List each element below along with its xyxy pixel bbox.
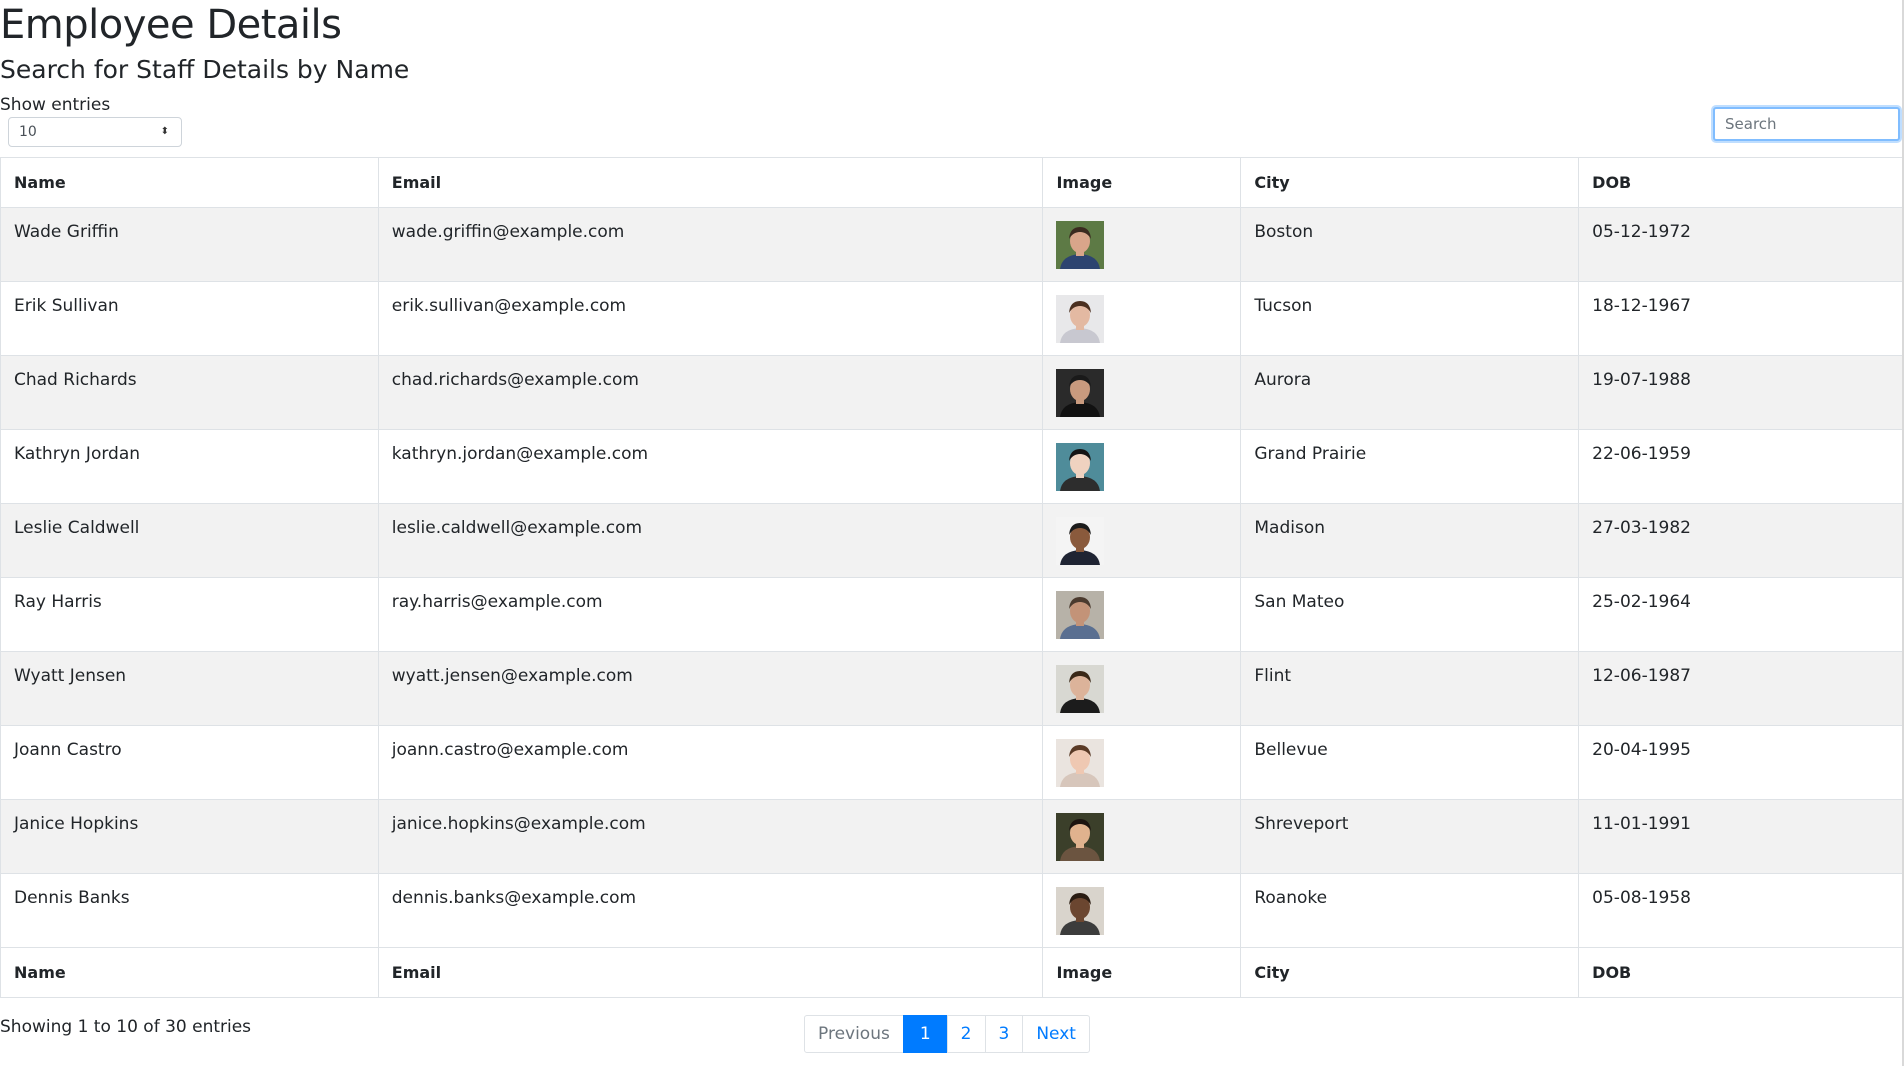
cell-name: Janice Hopkins — [0, 799, 379, 874]
cell-image — [1042, 503, 1242, 578]
employee-photo — [1056, 221, 1105, 269]
cell-dob: 27-03-1982 — [1578, 503, 1904, 578]
previous-page-button[interactable]: Previous — [804, 1015, 904, 1053]
table-row: Ray Harris ray.harris@example.com San Mate… — [0, 577, 1904, 652]
cell-name: Leslie Caldwell — [0, 503, 379, 578]
page-1-button[interactable]: 1 — [902, 1015, 948, 1053]
cell-image — [1042, 429, 1242, 504]
column-header-dob[interactable]: DOB — [1578, 157, 1904, 208]
footer-column-city: City — [1240, 947, 1580, 998]
cell-image — [1042, 799, 1242, 874]
cell-dob: 18-12-1967 — [1578, 281, 1904, 356]
page-title: Employee Details — [0, 2, 342, 48]
cell-email: wyatt.jensen@example.com — [377, 651, 1044, 726]
employee-photo — [1056, 295, 1105, 343]
cell-email: janice.hopkins@example.com — [377, 799, 1044, 874]
cell-email: leslie.caldwell@example.com — [377, 503, 1044, 578]
employee-photo — [1056, 813, 1105, 861]
show-entries-label: Show entries — [0, 95, 111, 115]
search-input[interactable] — [1713, 107, 1900, 141]
table-row: Wade Griffin wade.griffin@example.com Bost… — [0, 207, 1904, 282]
cell-dob: 20-04-1995 — [1578, 725, 1904, 800]
cell-dob: 25-02-1964 — [1578, 577, 1904, 652]
cell-city: Aurora — [1240, 355, 1580, 430]
cell-name: Joann Castro — [0, 725, 379, 800]
footer-column-image: Image — [1042, 947, 1242, 998]
entries-per-page-value: 10 — [19, 124, 37, 140]
page-3-button[interactable]: 3 — [984, 1015, 1024, 1053]
employee-photo — [1056, 443, 1105, 491]
table-footer-row: Name Email Image City DOB — [0, 947, 1904, 998]
page-subtitle: Search for Staff Details by Name — [0, 55, 410, 84]
table-row: Kathryn Jordan kathryn.jordan@example.com… — [0, 429, 1904, 504]
cell-email: chad.richards@example.com — [377, 355, 1044, 430]
cell-name: Erik Sullivan — [0, 281, 379, 356]
cell-city: Grand Prairie — [1240, 429, 1580, 504]
cell-dob: 05-08-1958 — [1578, 873, 1904, 948]
employee-photo — [1056, 369, 1105, 417]
cell-email: kathryn.jordan@example.com — [377, 429, 1044, 504]
cell-city: Tucson — [1240, 281, 1580, 356]
cell-image — [1042, 355, 1242, 430]
table-row: Wyatt Jensen wyatt.jensen@example.com Flin… — [0, 651, 1904, 726]
table-row: Erik Sullivan erik.sullivan@example.com Tu… — [0, 281, 1904, 356]
cell-name: Ray Harris — [0, 577, 379, 652]
cell-email: erik.sullivan@example.com — [377, 281, 1044, 356]
cell-image — [1042, 577, 1242, 652]
table-row: Dennis Banks dennis.banks@example.com Roan… — [0, 873, 1904, 948]
footer-column-name: Name — [0, 947, 379, 998]
table-header-row: Name Email Image City DOB — [0, 157, 1904, 208]
cell-name: Dennis Banks — [0, 873, 379, 948]
table-row: Janice Hopkins janice.hopkins@example.com… — [0, 799, 1904, 874]
cell-email: joann.castro@example.com — [377, 725, 1044, 800]
cell-image — [1042, 207, 1242, 282]
employee-photo — [1056, 665, 1105, 713]
employee-photo — [1056, 887, 1105, 935]
cell-dob: 05-12-1972 — [1578, 207, 1904, 282]
table-body: Wade Griffin wade.griffin@example.com Bost… — [0, 207, 1904, 948]
cell-city: Bellevue — [1240, 725, 1580, 800]
cell-email: dennis.banks@example.com — [377, 873, 1044, 948]
table-row: Chad Richards chad.richards@example.com Au… — [0, 355, 1904, 430]
employee-photo — [1056, 739, 1105, 787]
cell-name: Wyatt Jensen — [0, 651, 379, 726]
cell-name: Wade Griffin — [0, 207, 379, 282]
page: Employee Details Search for Staff Detail… — [0, 0, 1904, 1066]
entries-per-page-select[interactable]: 10 ⬍ — [8, 117, 182, 147]
employee-photo — [1056, 591, 1105, 639]
cell-image — [1042, 651, 1242, 726]
cell-name: Kathryn Jordan — [0, 429, 379, 504]
column-header-name[interactable]: Name — [0, 157, 379, 208]
cell-name: Chad Richards — [0, 355, 379, 430]
cell-city: Boston — [1240, 207, 1580, 282]
table-row: Joann Castro joann.castro@example.com Bell… — [0, 725, 1904, 800]
page-2-button[interactable]: 2 — [946, 1015, 986, 1053]
cell-city: Madison — [1240, 503, 1580, 578]
footer-column-dob: DOB — [1578, 947, 1904, 998]
pagination: Previous 1 2 3 Next — [804, 1015, 1090, 1053]
cell-image — [1042, 281, 1242, 356]
cell-city: San Mateo — [1240, 577, 1580, 652]
cell-city: Shreveport — [1240, 799, 1580, 874]
table-row: Leslie Caldwell leslie.caldwell@example.c… — [0, 503, 1904, 578]
cell-dob: 22-06-1959 — [1578, 429, 1904, 504]
select-arrows-icon: ⬍ — [160, 126, 169, 137]
cell-image — [1042, 725, 1242, 800]
column-header-email[interactable]: Email — [377, 157, 1044, 208]
cell-city: Roanoke — [1240, 873, 1580, 948]
column-header-city[interactable]: City — [1240, 157, 1580, 208]
next-page-button[interactable]: Next — [1022, 1015, 1090, 1053]
column-header-image[interactable]: Image — [1042, 157, 1242, 208]
employee-table: Name Email Image City DOB Wade Griffin wa… — [0, 157, 1904, 998]
table-info: Showing 1 to 10 of 30 entries — [0, 1017, 252, 1037]
cell-city: Flint — [1240, 651, 1580, 726]
footer-column-email: Email — [377, 947, 1044, 998]
employee-photo — [1056, 517, 1105, 565]
cell-dob: 19-07-1988 — [1578, 355, 1904, 430]
cell-email: ray.harris@example.com — [377, 577, 1044, 652]
cell-dob: 12-06-1987 — [1578, 651, 1904, 726]
cell-dob: 11-01-1991 — [1578, 799, 1904, 874]
cell-email: wade.griffin@example.com — [377, 207, 1044, 282]
cell-image — [1042, 873, 1242, 948]
